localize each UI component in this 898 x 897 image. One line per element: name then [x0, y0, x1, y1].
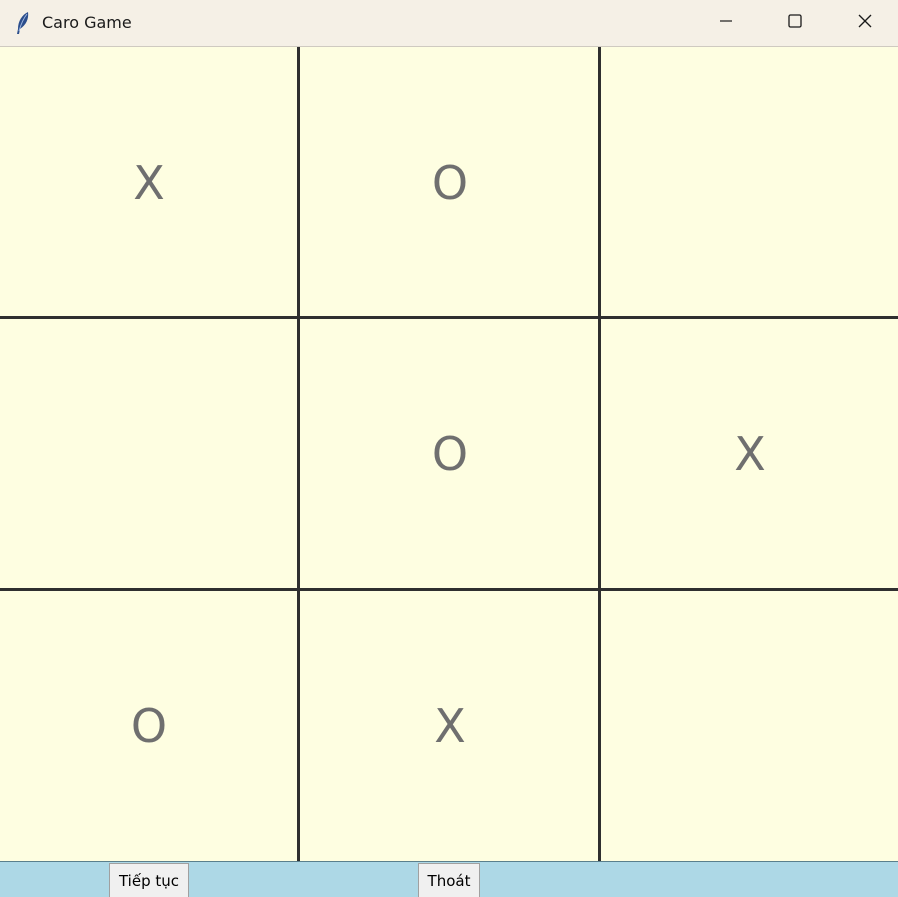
grid-line-vertical: [297, 47, 300, 861]
cell-2-0[interactable]: O: [0, 591, 298, 861]
maximize-button[interactable]: [765, 0, 825, 47]
game-window: Caro Game X O O X O X Tiếp tục Thoát: [0, 0, 898, 897]
grid-line-horizontal: [0, 588, 898, 591]
minimize-button[interactable]: [696, 0, 756, 47]
cell-0-2[interactable]: [602, 47, 898, 318]
cell-0-1[interactable]: O: [301, 47, 599, 318]
cell-1-0[interactable]: [0, 319, 298, 589]
feather-icon: [14, 11, 32, 35]
cell-1-1[interactable]: O: [301, 319, 599, 589]
cell-2-1[interactable]: X: [301, 591, 599, 861]
window-title: Caro Game: [42, 13, 132, 32]
maximize-icon: [787, 13, 803, 34]
cell-1-2[interactable]: X: [602, 319, 898, 589]
continue-button[interactable]: Tiếp tục: [109, 863, 189, 897]
close-icon: [857, 13, 873, 34]
exit-button[interactable]: Thoát: [418, 863, 480, 897]
cell-2-2[interactable]: [602, 591, 898, 861]
control-bar: Tiếp tục Thoát: [0, 861, 898, 897]
minimize-icon: [718, 13, 734, 34]
close-button[interactable]: [835, 0, 895, 47]
grid-line-horizontal: [0, 316, 898, 319]
title-bar[interactable]: Caro Game: [0, 0, 898, 47]
cell-0-0[interactable]: X: [0, 47, 298, 318]
grid-line-vertical: [598, 47, 601, 861]
